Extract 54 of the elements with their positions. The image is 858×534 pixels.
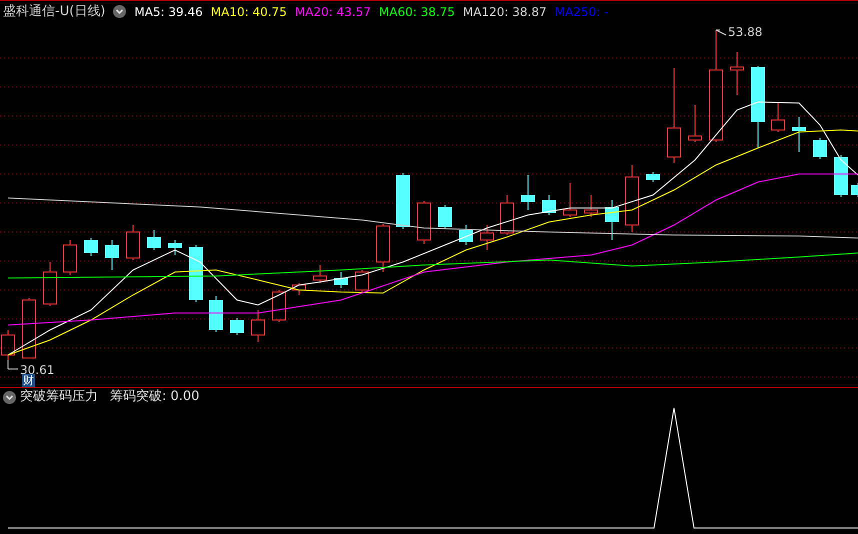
candlestick — [63, 240, 77, 276]
candlestick — [168, 240, 182, 256]
candlestick — [813, 138, 827, 160]
candlestick — [792, 116, 806, 152]
candlestick — [43, 262, 57, 306]
candlestick — [605, 200, 619, 240]
candlestick — [251, 310, 265, 342]
candlestick — [851, 182, 858, 198]
candlestick — [22, 298, 36, 358]
candlestick — [189, 244, 203, 302]
candlestick — [84, 238, 98, 256]
candlestick — [396, 172, 410, 230]
moving-average-legend: MA5: 39.46 — [134, 2, 203, 20]
candlestick — [521, 174, 535, 210]
candlestick — [834, 154, 848, 198]
candlestick — [376, 224, 390, 272]
candlestick — [105, 240, 119, 270]
candlestick — [459, 224, 473, 246]
dropdown-icon[interactable] — [113, 5, 126, 18]
candlestick — [563, 182, 577, 218]
candlestick — [625, 164, 639, 232]
high-price-label: 53.88 — [728, 24, 762, 41]
candlestick — [438, 204, 452, 230]
moving-average-legend: MA250: - — [554, 2, 608, 20]
candlestick — [292, 282, 306, 296]
candlestick — [542, 194, 556, 216]
candlestick — [209, 296, 223, 332]
candlestick — [355, 270, 369, 292]
candlestick — [126, 224, 140, 260]
candlestick — [313, 264, 327, 284]
moving-average-legend: MA10: 40.75 — [210, 2, 287, 20]
moving-average-legend: MA120: 38.87 — [462, 2, 547, 20]
candlestick — [334, 272, 348, 288]
moving-average-legend: MA20: 43.57 — [294, 2, 371, 20]
moving-average-legend: MA60: 38.75 — [378, 2, 455, 20]
candlestick — [584, 194, 598, 218]
indicator-reading: 筹码突破: 0.00 — [110, 388, 200, 406]
candlestick — [771, 102, 785, 132]
candlestick — [147, 230, 161, 250]
candlestick — [417, 200, 431, 244]
candlestick — [500, 194, 514, 236]
high-marker-icon — [716, 30, 726, 36]
candlestick — [1, 330, 15, 360]
dropdown-icon[interactable] — [3, 390, 16, 404]
candlestick — [272, 290, 286, 322]
candlestick — [688, 104, 702, 142]
indicator-title: 突破筹码压力 — [20, 388, 98, 406]
candlestick — [480, 224, 494, 250]
finance-badge: 财 — [22, 374, 35, 387]
chart-title: 盛科通信-U(日线) — [3, 2, 106, 21]
low-marker-icon — [8, 360, 18, 370]
candlestick — [230, 318, 244, 336]
candlestick — [646, 172, 660, 182]
candlestick — [730, 52, 744, 96]
